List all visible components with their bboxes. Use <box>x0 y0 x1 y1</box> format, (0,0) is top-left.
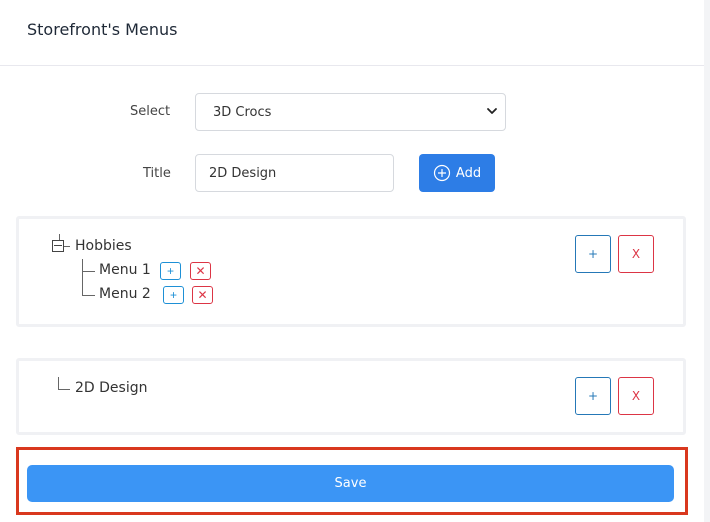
menu-1-add-button[interactable]: + <box>160 262 181 280</box>
menu-2-add-button[interactable]: + <box>163 286 184 304</box>
tree-connector <box>58 377 59 389</box>
save-button[interactable]: Save <box>27 465 674 502</box>
tree-connector <box>64 246 70 247</box>
tree-collapse-toggle[interactable] <box>52 240 64 252</box>
tree-item-2d-design: 2D Design <box>75 380 148 396</box>
title-input[interactable] <box>195 154 394 192</box>
menu-select-value: 3D Crocs <box>213 105 272 120</box>
tree-connector <box>82 259 83 296</box>
plus-circle-icon <box>433 164 451 182</box>
select-label: Select <box>130 104 171 119</box>
2d-design-remove-button[interactable]: X <box>618 377 654 415</box>
tree-connector <box>82 295 95 296</box>
hobbies-add-button[interactable]: + <box>575 235 611 273</box>
page-edge <box>704 0 710 522</box>
page-title: Storefront's Menus <box>27 20 178 39</box>
page-header: Storefront's Menus <box>0 0 704 66</box>
menu-2-remove-button[interactable]: ✕ <box>192 286 213 304</box>
tree-item-hobbies: Hobbies <box>75 238 132 254</box>
title-label: Title <box>143 166 171 181</box>
tree-item-menu-2: Menu 2 <box>99 286 151 302</box>
2d-design-add-button[interactable]: + <box>575 377 611 415</box>
menu-select[interactable]: 3D Crocs <box>195 93 506 131</box>
add-button-label: Add <box>455 165 482 181</box>
menu-1-remove-button[interactable]: ✕ <box>190 262 211 280</box>
tree-connector <box>58 389 70 390</box>
tree-item-menu-1: Menu 1 <box>99 262 151 278</box>
tree-connector <box>82 271 95 272</box>
hobbies-remove-button[interactable]: X <box>618 235 654 273</box>
add-button[interactable]: Add <box>419 154 495 192</box>
chevron-down-icon <box>487 108 497 114</box>
